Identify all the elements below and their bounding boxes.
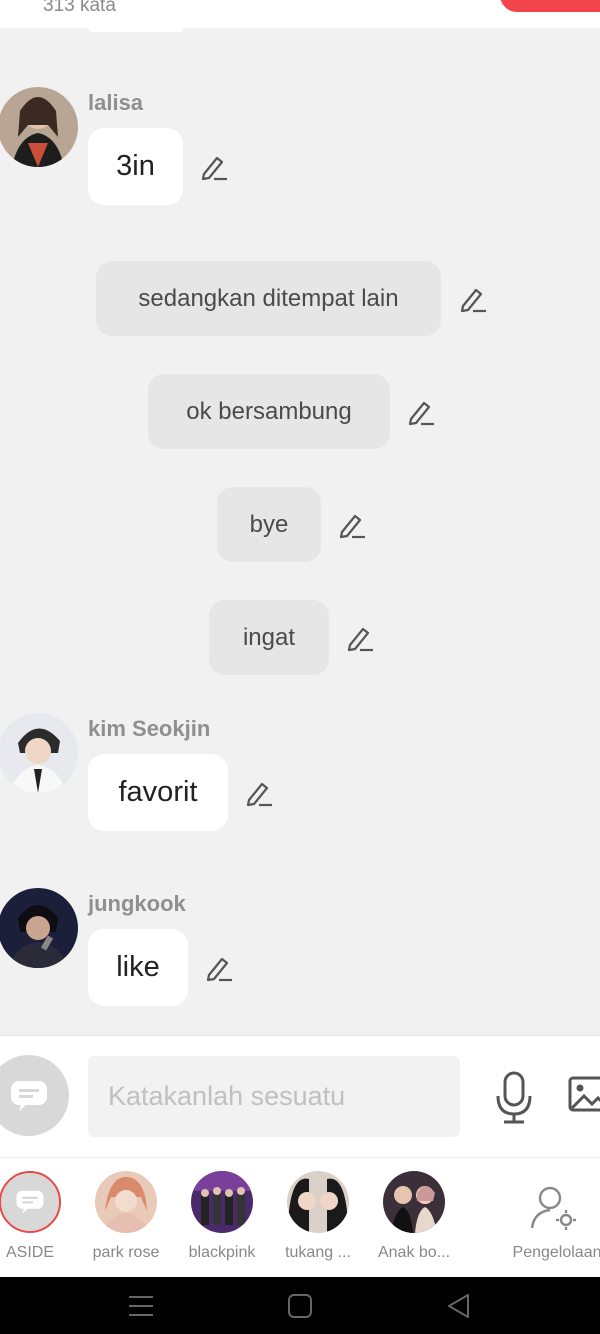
top-bar: 313 kata <box>0 0 600 28</box>
tab-label: Pengelolaan <box>512 1244 600 1261</box>
avatar-lalisa[interactable] <box>0 87 78 167</box>
narration-bubble[interactable]: ok bersambung <box>148 374 390 449</box>
chat-bubble-icon <box>16 1190 44 1214</box>
edit-icon[interactable] <box>199 152 229 182</box>
tab-blackpink[interactable]: blackpink <box>172 1158 272 1278</box>
avatar <box>383 1171 445 1233</box>
tab-aside[interactable]: ASIDE <box>0 1158 80 1278</box>
edit-icon[interactable] <box>204 953 234 983</box>
tab-label: Anak bo... <box>377 1244 451 1261</box>
avatar <box>287 1171 349 1233</box>
avatar <box>95 1171 157 1233</box>
edit-icon[interactable] <box>458 284 488 314</box>
home-icon[interactable] <box>287 1293 313 1319</box>
sender-name: jungkook <box>88 891 186 916</box>
avatar <box>191 1171 253 1233</box>
message-bubble[interactable]: 3in <box>88 128 183 205</box>
system-nav-bar <box>0 1277 600 1334</box>
previous-bubble <box>88 28 183 32</box>
message-input[interactable] <box>88 1056 460 1137</box>
tab-label: park rose <box>92 1244 160 1261</box>
narration-bubble[interactable]: bye <box>217 487 321 562</box>
edit-icon[interactable] <box>406 397 436 427</box>
sender-name: kim Seokjin <box>88 716 211 741</box>
microphone-icon[interactable] <box>492 1070 536 1124</box>
chat-bubble-icon <box>10 1080 47 1111</box>
avatar-jungkook[interactable] <box>0 888 78 968</box>
avatar-kim-seokjin[interactable] <box>0 713 78 793</box>
menu-icon[interactable] <box>128 1293 154 1319</box>
message-bubble[interactable]: favorit <box>88 754 228 831</box>
aside-toggle-button[interactable] <box>0 1055 69 1136</box>
tab-tukang[interactable]: tukang ... <box>268 1158 368 1278</box>
narration-bubble[interactable]: sedangkan ditempat lain <box>96 261 441 336</box>
tab-park-rose[interactable]: park rose <box>76 1158 176 1278</box>
edit-icon[interactable] <box>345 623 375 653</box>
composer-bar <box>0 1035 600 1157</box>
narration-bubble[interactable]: ingat <box>209 600 329 675</box>
word-count: 313 kata <box>43 0 116 16</box>
image-icon[interactable] <box>568 1074 600 1114</box>
sender-name: lalisa <box>88 90 144 115</box>
character-tab-bar: ASIDE park rose blackpink tukang ... Ana… <box>0 1157 600 1277</box>
edit-icon[interactable] <box>244 778 274 808</box>
message-bubble[interactable]: like <box>88 929 188 1006</box>
tab-label: tukang ... <box>285 1244 351 1261</box>
tab-pengelolaan[interactable]: Pengelolaan <box>502 1158 600 1278</box>
back-icon[interactable] <box>446 1293 472 1319</box>
publish-button[interactable] <box>500 0 600 12</box>
tab-label: ASIDE <box>5 1244 54 1261</box>
tab-anak-bo[interactable]: Anak bo... <box>364 1158 464 1278</box>
user-settings-icon <box>530 1186 576 1230</box>
aside-avatar <box>0 1171 61 1233</box>
tab-label: blackpink <box>188 1244 256 1261</box>
edit-icon[interactable] <box>337 510 367 540</box>
